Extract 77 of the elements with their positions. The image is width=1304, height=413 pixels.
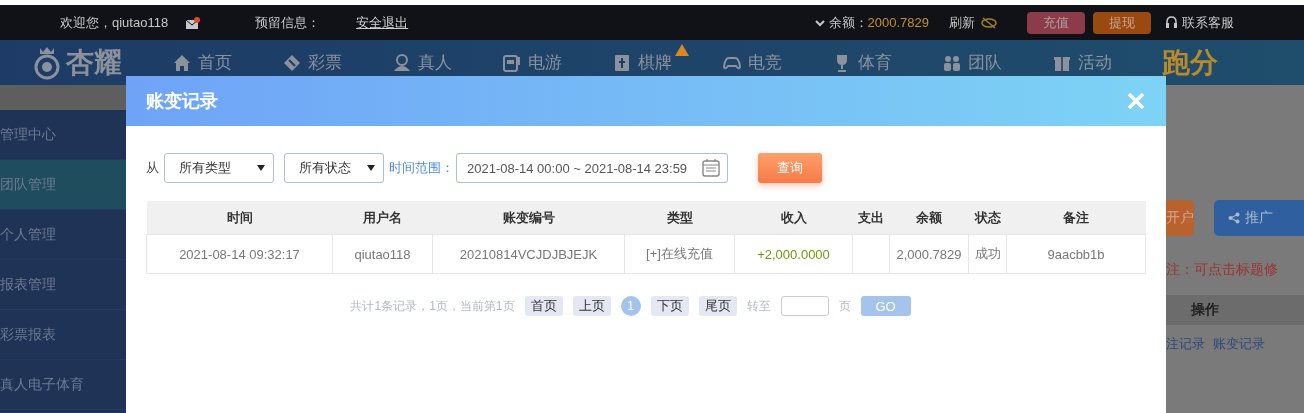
withdraw-button[interactable]: 提现 (1093, 11, 1151, 34)
logo-text[interactable]: 杏耀 (66, 43, 122, 82)
sidebar-item[interactable]: 团队管理 (0, 160, 126, 210)
balance-label: 余额： (828, 13, 868, 32)
column-header: 收入 (734, 201, 853, 235)
column-header: 支出 (852, 201, 890, 235)
calendar-icon[interactable] (701, 158, 721, 178)
reserved-info-label: 预留信息： (255, 13, 321, 32)
balance-value: 2000.7829 (867, 15, 929, 30)
column-header: 用户名 (332, 201, 433, 235)
ticket-icon (282, 52, 302, 73)
nav-item[interactable]: 团队 (942, 51, 1002, 74)
status-select[interactable]: 所有状态 (284, 153, 384, 183)
first-page-button[interactable]: 首页 (524, 296, 563, 316)
eye-slash-icon[interactable] (981, 16, 997, 29)
column-header: 账变编号 (432, 201, 625, 235)
table-cell: +2,000.0000 (734, 234, 853, 274)
welcome-text: 欢迎您，qiutao118 (60, 13, 169, 32)
from-label: 从 (146, 159, 159, 177)
headset-icon[interactable] (1165, 16, 1178, 29)
dropdown-arrow-icon[interactable] (257, 165, 265, 171)
recharge-button[interactable]: 充值 (1027, 11, 1085, 34)
house-icon (172, 52, 192, 73)
column-header: 时间 (146, 201, 333, 235)
nav-item[interactable]: 真人 (392, 51, 452, 74)
next-page-button[interactable]: 下页 (650, 296, 689, 316)
refresh-link[interactable]: 刷新 (949, 13, 975, 32)
nav-item[interactable]: 体育 (832, 51, 892, 74)
chevron-down-icon[interactable] (814, 18, 825, 27)
table-cell (852, 234, 890, 274)
type-select[interactable]: 所有类型 (164, 153, 274, 183)
query-button[interactable]: 查询 (758, 153, 822, 183)
table-cell: [+]在线充值 (624, 234, 735, 274)
time-range-label: 时间范围： (389, 159, 454, 177)
date-range-field[interactable]: 2021-08-14 00:00 ~ 2021-08-14 23:59 (456, 153, 728, 183)
nav-item[interactable]: 首页 (172, 51, 232, 74)
go-button[interactable]: GO (860, 296, 911, 316)
slot-machine-icon (502, 52, 522, 73)
table-cell: 9aacbb1b (1006, 234, 1146, 274)
record-link[interactable]: 注记录 (1166, 335, 1205, 353)
previous-page-button[interactable]: 上页 (572, 296, 611, 316)
column-header: 状态 (968, 201, 1007, 235)
hot-badge-icon (674, 43, 690, 57)
person-icon (392, 52, 412, 73)
column-header: 操作 (1191, 301, 1219, 319)
nav-item[interactable]: 彩票 (282, 51, 342, 74)
page-input-field[interactable] (780, 296, 829, 316)
mail-icon[interactable] (186, 16, 201, 29)
support-link[interactable]: 联系客服 (1182, 13, 1234, 32)
note-text: 注：可点击标题修 (1166, 261, 1279, 279)
column-header: 余额 (889, 201, 969, 235)
record-link[interactable]: 账变记录 (1213, 335, 1265, 353)
nav-item[interactable]: 电游 (502, 51, 562, 74)
last-page-button[interactable]: 尾页 (698, 296, 737, 316)
column-header: 类型 (624, 201, 735, 235)
page-unit-label: 页 (838, 297, 851, 315)
column-header: 备注 (1006, 201, 1146, 235)
promote-button[interactable]: 推广 (1214, 200, 1304, 236)
table-cell: 2,000.7829 (889, 234, 969, 274)
table-cell: 2021-08-14 09:32:17 (146, 234, 333, 274)
nav-item[interactable]: 活动 (1052, 51, 1112, 74)
nav-item[interactable]: 棋牌 (612, 51, 672, 74)
nav-item[interactable]: 电竞 (722, 51, 782, 74)
dropdown-arrow-icon[interactable] (367, 165, 375, 171)
tile-icon (612, 52, 632, 73)
logout-link[interactable]: 安全退出 (356, 13, 409, 32)
nav-item[interactable]: 跑分 (1162, 43, 1272, 82)
pagination-summary: 共计1条记录，1页，当前第1页 (350, 297, 515, 315)
goto-label: 转至 (746, 297, 771, 315)
page-number-button[interactable]: 1 (620, 296, 641, 316)
table-cell: qiutao118 (332, 234, 433, 274)
open-account-button[interactable]: 开户 (1166, 200, 1194, 236)
dialog-title: 账变记录 (146, 90, 218, 113)
table-cell: 成功 (968, 234, 1007, 274)
logo-emblem-icon[interactable] (32, 45, 62, 80)
share-icon (1228, 212, 1240, 224)
table-cell: 20210814VCJDJBJEJK (432, 234, 625, 274)
